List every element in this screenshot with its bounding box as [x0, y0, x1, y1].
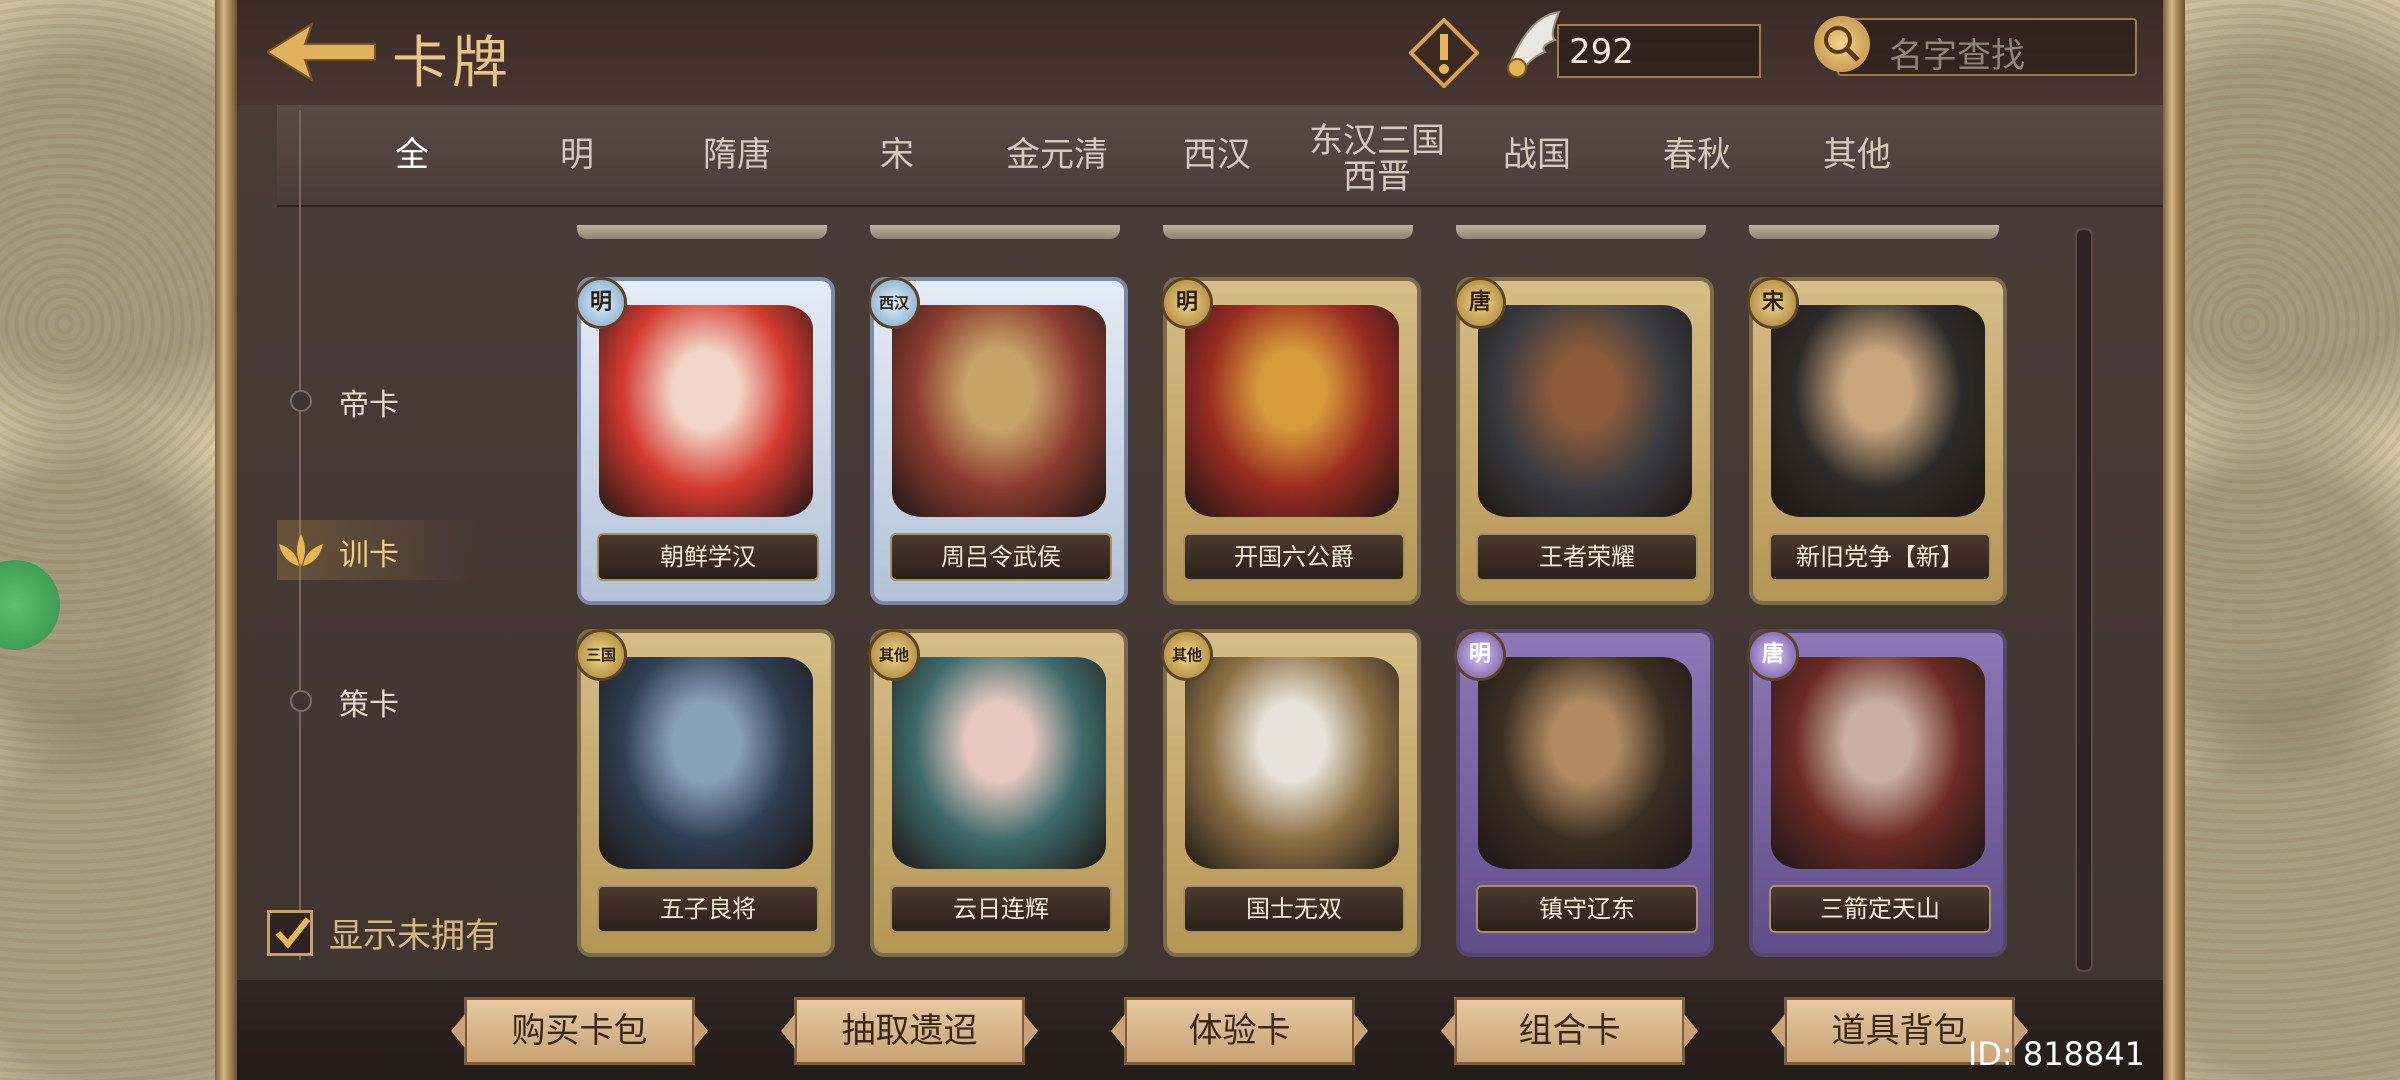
alert-icon[interactable]	[1409, 18, 1479, 88]
card-item[interactable]: 宋新旧党争【新】	[1747, 277, 2007, 605]
card-item[interactable]: 明开国六公爵	[1161, 277, 1421, 605]
era-tab-bar: 全 明 隋唐 宋 金元清 西汉 东汉三国 西晋 战国 春秋 其他	[277, 105, 2163, 207]
card-name: 王者荣耀	[1476, 533, 1698, 581]
card-era-badge: 明	[1161, 277, 1213, 329]
card-item[interactable]: 其他国士无双	[1161, 629, 1421, 957]
card-item[interactable]: 西汉周吕令武侯	[868, 277, 1128, 605]
card-era-badge: 唐	[1454, 277, 1506, 329]
search-input[interactable]: 名字查找	[1837, 18, 2137, 76]
card-portrait	[599, 657, 813, 869]
right-decorative-panel	[2185, 0, 2400, 1080]
card-portrait	[892, 305, 1106, 517]
card-name: 开国六公爵	[1183, 533, 1405, 581]
card-scrollbar[interactable]	[2075, 228, 2093, 972]
tab-jinyuanqing[interactable]: 金元清	[982, 105, 1132, 205]
main-panel: 卡牌 292 名字查找 全 明 隋唐 宋 金元清 西汉 东汉三国 西晋 战国 春…	[237, 0, 2163, 1080]
card-item[interactable]: 三国五子良将	[575, 629, 835, 957]
nav-emperor-cards[interactable]: 帝卡	[277, 370, 477, 430]
back-arrow-icon[interactable]	[267, 22, 377, 82]
card-name: 周吕令武侯	[890, 533, 1112, 581]
right-frame-rail	[2163, 0, 2185, 1080]
card-era-badge: 其他	[868, 629, 920, 681]
card-item[interactable]: 唐王者荣耀	[1454, 277, 1714, 605]
tab-other[interactable]: 其他	[1782, 105, 1932, 205]
card-portrait	[892, 657, 1106, 869]
card-portrait	[1478, 305, 1692, 517]
left-decorative-panel	[0, 0, 215, 1080]
nav-dot	[290, 690, 312, 712]
card-name: 五子良将	[597, 885, 819, 933]
card-name: 云日连辉	[890, 885, 1112, 933]
card-item[interactable]: 明朝鲜学汉	[575, 277, 835, 605]
card-era-badge: 明	[575, 277, 627, 329]
show-unowned-label: 显示未拥有	[329, 916, 499, 956]
card-era-badge: 西汉	[868, 277, 920, 329]
card-partial	[870, 225, 1120, 239]
card-partial	[577, 225, 827, 239]
card-era-badge: 宋	[1747, 277, 1799, 329]
card-name: 新旧党争【新】	[1769, 533, 1991, 581]
nav-strategy-cards[interactable]: 策卡	[277, 670, 477, 730]
tab-chunqiu[interactable]: 春秋	[1622, 105, 1772, 205]
nav-label: 策卡	[339, 688, 399, 723]
card-name: 三箭定天山	[1769, 885, 1991, 933]
player-id: ID: 818841	[1967, 1035, 2145, 1073]
card-item[interactable]: 明镇守辽东	[1454, 629, 1714, 957]
tab-xihan[interactable]: 西汉	[1142, 105, 1292, 205]
tab-all[interactable]: 全	[337, 105, 487, 205]
card-name: 国士无双	[1183, 885, 1405, 933]
card-partial	[1456, 225, 1706, 239]
search-placeholder: 名字查找	[1889, 36, 2025, 76]
nav-dot	[290, 390, 312, 412]
tab-donghan-sanguo-xijin[interactable]: 东汉三国 西晋	[1302, 105, 1452, 205]
nav-label: 帝卡	[339, 388, 399, 423]
card-portrait	[1185, 657, 1399, 869]
card-portrait	[1771, 657, 1985, 869]
tab-song[interactable]: 宋	[822, 105, 972, 205]
nav-label: 训卡	[339, 538, 399, 573]
left-frame-rail	[215, 0, 237, 1080]
trial-card-button[interactable]: 体验卡	[1111, 997, 1368, 1065]
card-era-badge: 其他	[1161, 629, 1213, 681]
card-item[interactable]: 唐三箭定天山	[1747, 629, 2007, 957]
page-title: 卡牌	[392, 31, 512, 96]
feather-token-icon	[1507, 10, 1561, 78]
resource-count: 292	[1569, 32, 1634, 72]
card-item[interactable]: 其他云日连辉	[868, 629, 1128, 957]
card-partial	[1749, 225, 1999, 239]
card-name: 朝鲜学汉	[597, 533, 819, 581]
card-era-badge: 明	[1454, 629, 1506, 681]
resource-counter: 292	[1557, 24, 1761, 78]
card-portrait	[1185, 305, 1399, 517]
card-portrait	[1478, 657, 1692, 869]
card-grid: 明朝鲜学汉 西汉 周吕令武侯明开国六公爵唐王者荣耀宋新旧党争【新】 三国 五子良将 其他云…	[567, 225, 2077, 970]
card-era-badge: 三国	[575, 629, 627, 681]
nav-training-cards[interactable]: 训卡	[277, 520, 477, 580]
top-bar: 卡牌 292 名字查找	[237, 0, 2163, 105]
card-era-badge: 唐	[1747, 629, 1799, 681]
card-portrait	[1771, 305, 1985, 517]
tab-ming[interactable]: 明	[502, 105, 652, 205]
card-portrait	[599, 305, 813, 517]
checkmark-icon	[275, 917, 311, 949]
search-icon[interactable]	[1814, 16, 1870, 72]
combo-card-button[interactable]: 组合卡	[1441, 997, 1698, 1065]
lotus-icon	[279, 534, 323, 566]
show-unowned-checkbox[interactable]	[267, 910, 313, 956]
buy-card-pack-button[interactable]: 购买卡包	[451, 997, 708, 1065]
draw-relic-button[interactable]: 抽取遗迢	[781, 997, 1038, 1065]
card-partial	[1163, 225, 1413, 239]
tab-suitang[interactable]: 隋唐	[662, 105, 812, 205]
tab-zhanguo[interactable]: 战国	[1462, 105, 1612, 205]
card-name: 镇守辽东	[1476, 885, 1698, 933]
